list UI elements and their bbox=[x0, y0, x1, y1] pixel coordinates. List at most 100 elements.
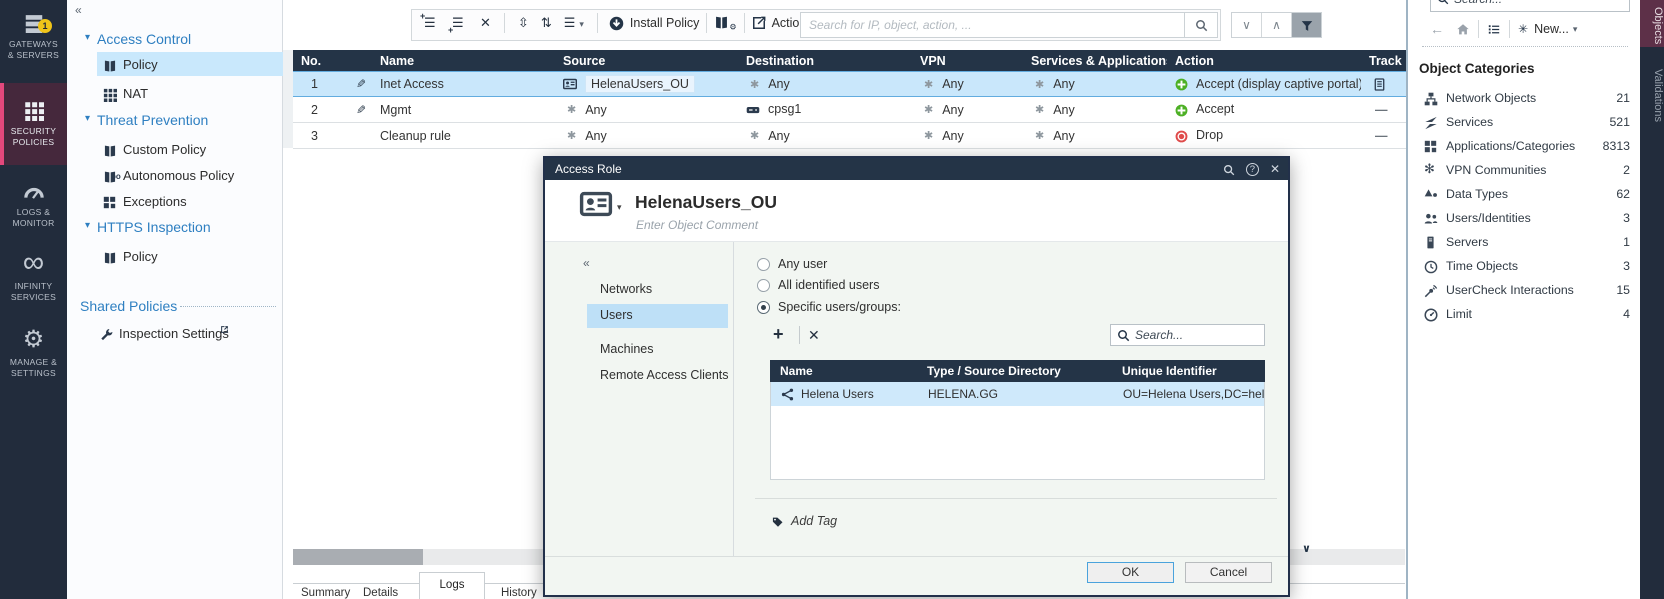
any-asterisk-icon: ✱ bbox=[924, 129, 933, 142]
users-table-empty-area bbox=[771, 406, 1264, 479]
tree-item-custom-policy[interactable]: Custom Policy bbox=[67, 138, 283, 161]
users-search-box[interactable]: Search... bbox=[1110, 324, 1265, 346]
install-policy-button[interactable]: Install Policy bbox=[630, 16, 699, 30]
col-destination[interactable]: Destination bbox=[738, 54, 912, 68]
rule-row-1[interactable]: 1✎ Inet Access HelenaUsers_OU ✱Any ✱Any … bbox=[293, 71, 1406, 97]
user-row-helena-users[interactable]: Helena Users HELENA.GG OU=Helena Users,D… bbox=[771, 382, 1264, 406]
col-action[interactable]: Action bbox=[1167, 54, 1361, 68]
category-data-types[interactable]: Data Types 62 bbox=[1408, 182, 1642, 206]
collapse-panel-icon[interactable]: « bbox=[75, 3, 82, 17]
radio-icon bbox=[757, 279, 770, 292]
object-name[interactable]: HelenaUsers_OU bbox=[635, 192, 777, 213]
scroll-more-icon[interactable]: ∨ bbox=[1302, 542, 1311, 555]
side-tab-validations[interactable]: Validations bbox=[1640, 49, 1664, 137]
dialog-titlebar[interactable]: Access Role bbox=[545, 158, 1288, 180]
tree-group-access-control[interactable]: ▾ Access Control bbox=[67, 29, 283, 50]
add-rule-below-icon[interactable]: +☰ bbox=[452, 15, 468, 31]
category-limit[interactable]: Limit 4 bbox=[1408, 302, 1642, 326]
source-object[interactable]: HelenaUsers_OU bbox=[585, 75, 695, 93]
new-object-button[interactable]: New... bbox=[1534, 22, 1569, 36]
close-icon[interactable]: ✕ bbox=[1270, 162, 1280, 176]
dialog-search-icon[interactable] bbox=[1223, 162, 1235, 176]
add-tag-button[interactable]: Add Tag bbox=[772, 514, 837, 528]
tree-item-autonomous-policy[interactable]: oo Autonomous Policy bbox=[67, 164, 283, 187]
wrench-icon bbox=[100, 326, 114, 342]
tree-group-threat-prevention[interactable]: ▾ Threat Prevention bbox=[67, 110, 283, 131]
nav-item-infinity-services[interactable]: ∞ INFINITYSERVICES bbox=[0, 248, 67, 303]
col-track[interactable]: Track bbox=[1361, 54, 1406, 68]
collapse-rows-icon[interactable]: ⇅ bbox=[541, 15, 552, 31]
dialog-nav-networks[interactable]: Networks bbox=[600, 282, 652, 296]
col-source[interactable]: Source bbox=[555, 54, 738, 68]
side-tab-objects[interactable]: Objects bbox=[1640, 0, 1664, 47]
tree-group-label: Access Control bbox=[97, 31, 191, 47]
tree-item-https-policy[interactable]: Policy bbox=[67, 245, 283, 268]
search-button[interactable] bbox=[1185, 12, 1218, 38]
category-time-objects[interactable]: Time Objects 3 bbox=[1408, 254, 1642, 278]
icon-picker-caret-icon[interactable]: ▾ bbox=[617, 202, 622, 213]
policy-installation-targets-icon[interactable]: ⚙ bbox=[714, 15, 736, 32]
rule-row-2[interactable]: 2✎ Mgmt ✱Any cpsg1 ✱Any ✱Any Accept — bbox=[293, 97, 1406, 123]
tree-item-policy[interactable]: Policy bbox=[67, 53, 283, 76]
tab-summary[interactable]: Summary bbox=[301, 587, 350, 599]
nav-item-manage-settings[interactable]: ⚙ MANAGE &SETTINGS bbox=[0, 326, 67, 379]
rulebase-search-input[interactable] bbox=[800, 12, 1185, 38]
ok-button[interactable]: OK bbox=[1087, 562, 1174, 583]
radio-all-identified-users[interactable]: All identified users bbox=[757, 277, 879, 293]
col-no[interactable]: No. bbox=[293, 54, 372, 68]
cancel-button[interactable]: Cancel bbox=[1185, 562, 1272, 583]
search-icon bbox=[1117, 329, 1130, 342]
category-servers[interactable]: Servers 1 bbox=[1408, 230, 1642, 254]
col-services[interactable]: Services & Applications bbox=[1023, 54, 1167, 68]
collapse-nav-icon[interactable]: « bbox=[583, 256, 590, 270]
accept-action-icon bbox=[1175, 102, 1188, 116]
radio-any-user[interactable]: Any user bbox=[757, 256, 827, 272]
expand-rows-icon[interactable]: ⇳ bbox=[518, 15, 529, 31]
category-usercheck-interactions[interactable]: UserCheck Interactions 15 bbox=[1408, 278, 1642, 302]
category-network-objects[interactable]: Network Objects 21 bbox=[1408, 86, 1642, 110]
scrollbar-thumb[interactable] bbox=[293, 549, 423, 565]
toolbar-separator bbox=[706, 13, 707, 33]
dialog-nav-users[interactable]: Users bbox=[600, 308, 633, 322]
home-icon[interactable] bbox=[1456, 22, 1470, 36]
rule-row-3[interactable]: 3 Cleanup rule ✱Any ✱Any ✱Any ✱Any Drop … bbox=[293, 123, 1406, 149]
category-vpn-communities[interactable]: ✻ VPN Communities 2 bbox=[1408, 158, 1642, 182]
tag-icon bbox=[772, 514, 784, 528]
find-next-button[interactable]: ∨ bbox=[1232, 13, 1261, 37]
nav-item-logs-monitor[interactable]: LOGS &MONITOR bbox=[0, 178, 67, 229]
delete-rule-icon[interactable]: ✕ bbox=[480, 15, 491, 31]
help-icon[interactable]: ? bbox=[1246, 163, 1259, 176]
find-previous-button[interactable]: ∧ bbox=[1262, 13, 1291, 37]
tree-item-inspection-settings[interactable]: Inspection Settings bbox=[67, 322, 283, 345]
category-users-identities[interactable]: Users/Identities 3 bbox=[1408, 206, 1642, 230]
rule-table-header: No. Name Source Destination VPN Services… bbox=[293, 50, 1406, 71]
nav-item-security-policies[interactable]: SECURITYPOLICIES bbox=[0, 97, 67, 148]
back-arrow-icon[interactable]: ← bbox=[1430, 21, 1444, 37]
col-name[interactable]: Name bbox=[372, 54, 555, 68]
add-user-button[interactable]: + bbox=[773, 324, 784, 345]
tab-logs[interactable]: Logs bbox=[419, 572, 485, 599]
dialog-nav-remote-access[interactable]: Remote Access Clients bbox=[600, 368, 729, 382]
radio-specific-users-groups[interactable]: Specific users/groups: bbox=[757, 299, 901, 315]
list-view-icon[interactable] bbox=[1487, 22, 1501, 36]
rule-name: Cleanup rule bbox=[380, 129, 451, 143]
object-categories-heading: Object Categories bbox=[1419, 61, 1535, 76]
row-display-menu-icon[interactable]: ☰▾ bbox=[564, 15, 584, 31]
any-asterisk-icon: ✱ bbox=[567, 103, 576, 116]
dialog-nav-machines[interactable]: Machines bbox=[600, 342, 654, 356]
category-applications[interactable]: Applications/Categories 8313 bbox=[1408, 134, 1642, 158]
object-comment-placeholder[interactable]: Enter Object Comment bbox=[636, 218, 758, 232]
add-rule-above-icon[interactable]: +☰ bbox=[424, 15, 440, 31]
tab-history[interactable]: History bbox=[501, 587, 537, 599]
tree-group-https-inspection[interactable]: ▾ HTTPS Inspection bbox=[67, 217, 283, 238]
log-track-icon bbox=[1373, 77, 1386, 91]
tab-details[interactable]: Details bbox=[363, 587, 398, 599]
col-vpn[interactable]: VPN bbox=[912, 54, 1023, 68]
category-services[interactable]: Services 521 bbox=[1408, 110, 1642, 134]
nav-item-gateways-servers[interactable]: 1 GATEWAYS& SERVERS bbox=[0, 10, 67, 61]
tree-item-exceptions[interactable]: Exceptions bbox=[67, 190, 283, 213]
tree-item-nat[interactable]: NAT bbox=[67, 82, 283, 105]
objects-search-box[interactable]: Search... bbox=[1430, 0, 1630, 12]
filter-button[interactable] bbox=[1292, 13, 1321, 37]
remove-user-button[interactable]: ✕ bbox=[808, 327, 820, 344]
